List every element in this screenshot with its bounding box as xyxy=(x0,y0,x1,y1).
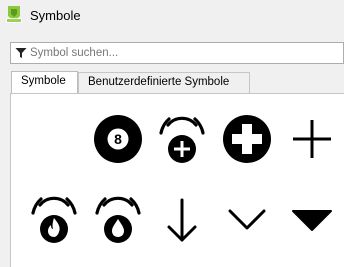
triangle-down-icon[interactable] xyxy=(287,194,337,244)
qgis-logo-icon xyxy=(4,4,24,24)
billiard-8-ball-icon[interactable]: 8 xyxy=(93,114,143,164)
title-bar: Symbole xyxy=(0,0,344,33)
plus-icon[interactable] xyxy=(287,114,337,164)
window-title: Symbole xyxy=(30,8,81,23)
symbol-search-box[interactable] xyxy=(10,42,344,64)
medical-cross-circle-icon[interactable] xyxy=(222,114,272,164)
symbol-search-input[interactable] xyxy=(30,45,330,61)
water-drop-alert-icon[interactable] xyxy=(93,194,143,244)
fire-alert-icon[interactable] xyxy=(29,194,79,244)
tab-symbols[interactable]: Symbole xyxy=(11,71,78,94)
arrow-down-icon[interactable] xyxy=(157,194,207,244)
hospital-alert-icon[interactable] xyxy=(157,114,207,164)
symbol-grid: 8 xyxy=(10,93,344,267)
chevron-down-icon[interactable] xyxy=(222,194,272,244)
eight-ball-label: 8 xyxy=(114,131,122,147)
filter-icon xyxy=(15,47,27,59)
tab-custom-symbols[interactable]: Benutzerdefinierte Symbole xyxy=(78,72,250,93)
